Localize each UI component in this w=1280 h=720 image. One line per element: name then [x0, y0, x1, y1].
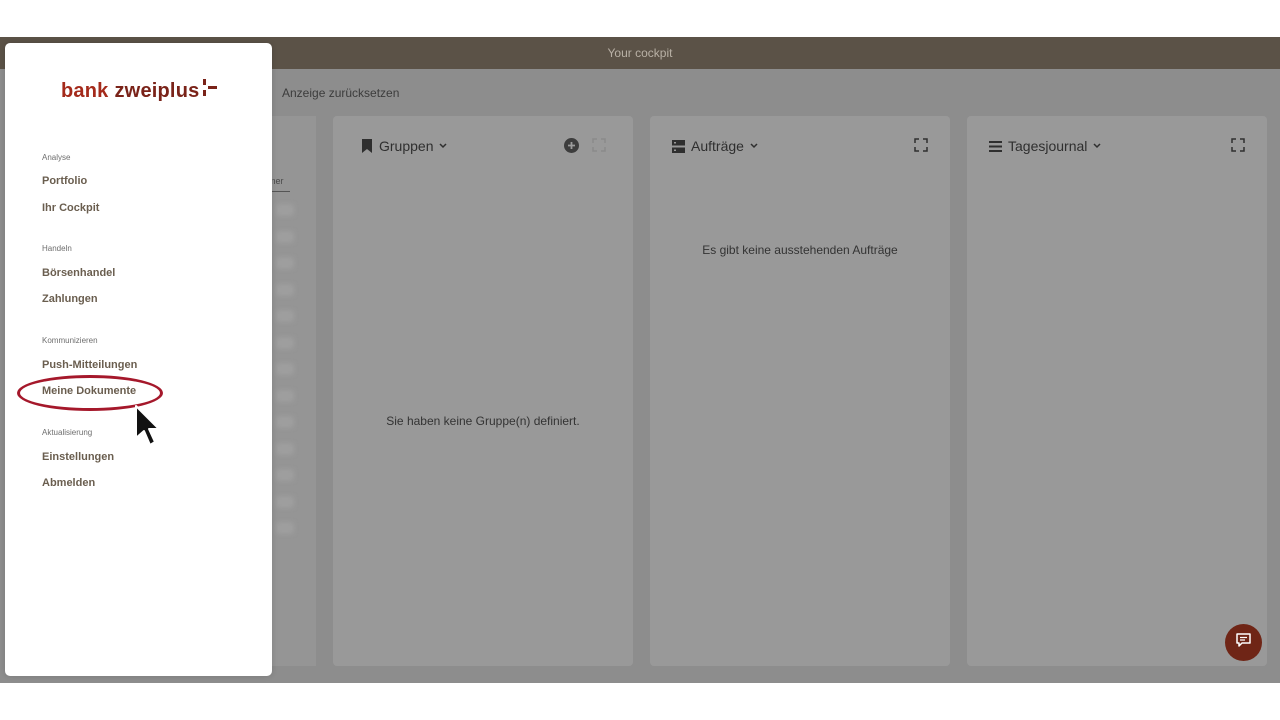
ghost-row — [276, 230, 294, 243]
ghost-row — [276, 442, 294, 455]
groups-header[interactable]: Gruppen — [361, 138, 448, 154]
ghost-row — [276, 283, 294, 296]
groups-empty-message: Sie haben keine Gruppe(n) definiert. — [386, 414, 580, 428]
chevron-down-icon — [1093, 143, 1101, 149]
expand-icon[interactable] — [1231, 138, 1245, 152]
ghost-row — [276, 495, 294, 508]
menu-item-zahlungen[interactable]: Zahlungen — [42, 293, 98, 305]
menu-item-einstellungen[interactable]: Einstellungen — [42, 451, 114, 463]
list-icon — [989, 140, 1002, 152]
ghost-row — [276, 363, 294, 375]
menu-item-abmelden[interactable]: Abmelden — [42, 477, 95, 489]
menu-item-portfolio[interactable]: Portfolio — [42, 175, 87, 187]
ghost-row — [276, 257, 294, 269]
reset-view-link[interactable]: Anzeige zurücksetzen — [282, 86, 399, 100]
logo-plus-icon — [203, 78, 218, 104]
section-kommunizieren: Kommunizieren — [42, 336, 98, 345]
ghost-row — [276, 336, 294, 349]
orders-panel: Aufträge Es gibt keine ausstehenden Auft… — [650, 116, 950, 666]
menu-item-boersenhandel[interactable]: Börsenhandel — [42, 267, 115, 279]
ghost-row — [276, 416, 294, 428]
logo-text-zweiplus: zweiplus — [114, 79, 200, 102]
ghost-row — [276, 310, 294, 322]
section-analyse: Analyse — [42, 153, 71, 162]
groups-panel: Gruppen Sie haben keine Gruppe(n) defini… — [333, 116, 633, 666]
journal-header[interactable]: Tagesjournal — [989, 138, 1101, 154]
bookmark-icon — [361, 139, 373, 153]
menu-item-cockpit[interactable]: Ihr Cockpit — [42, 202, 99, 214]
chat-icon — [1236, 633, 1251, 652]
navigation-sidebar: bank zweiplus Analyse Portfolio Ihr Cock… — [5, 43, 272, 676]
hidden-panel: mer — [268, 116, 316, 666]
orders-title: Aufträge — [691, 138, 744, 154]
journal-title: Tagesjournal — [1008, 138, 1088, 154]
mouse-pointer-icon — [134, 404, 162, 453]
section-aktualisierung: Aktualisierung — [42, 428, 93, 437]
section-handeln: Handeln — [42, 244, 72, 253]
expand-icon[interactable] — [914, 138, 928, 152]
list-card-icon — [672, 139, 685, 153]
plus-circle-icon[interactable] — [564, 138, 579, 158]
chevron-down-icon — [439, 143, 448, 149]
groups-title: Gruppen — [379, 138, 434, 154]
chat-button[interactable] — [1225, 624, 1262, 661]
bank-logo[interactable]: bank zweiplus — [61, 78, 218, 104]
ghost-row — [276, 469, 294, 481]
menu-item-push-mitteilungen[interactable]: Push-Mitteilungen — [42, 359, 137, 371]
logo-text-bank: bank — [61, 79, 109, 102]
chevron-down-icon — [750, 143, 758, 149]
ghost-row — [276, 204, 294, 216]
ghost-row — [276, 522, 294, 534]
expand-icon[interactable] — [592, 138, 606, 152]
ghost-row — [276, 389, 294, 402]
orders-empty-message: Es gibt keine ausstehenden Aufträge — [702, 243, 898, 257]
orders-header[interactable]: Aufträge — [672, 138, 758, 154]
journal-panel: Tagesjournal — [967, 116, 1267, 666]
